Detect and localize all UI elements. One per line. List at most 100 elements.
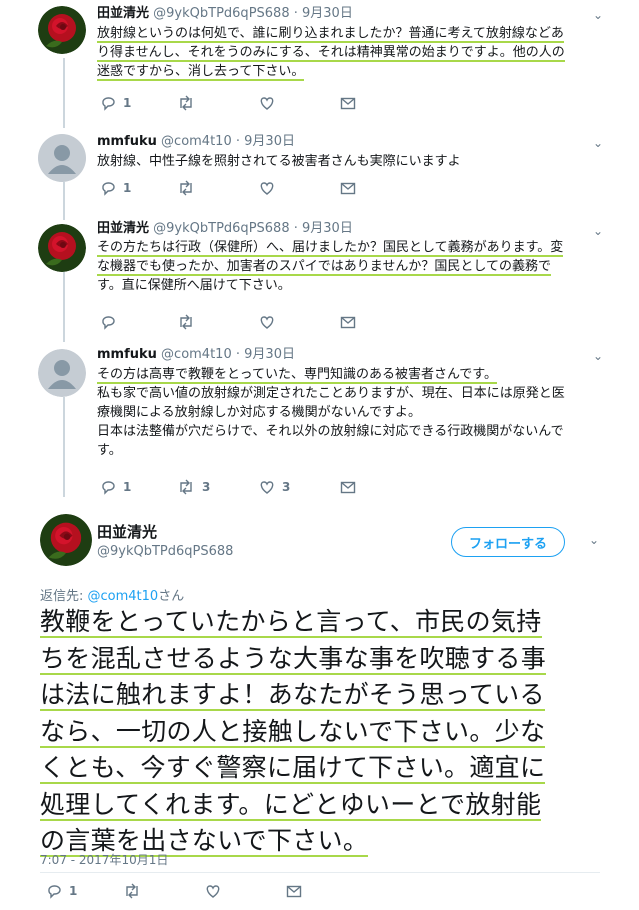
text-line: 放射線、中性子線を照射されてる被害者さんも実際にいますよ (97, 154, 461, 169)
text-line: 迷惑ですから、消し去って下さい。 (97, 64, 305, 81)
retweet-button[interactable] (177, 314, 195, 330)
envelope-icon (340, 316, 356, 329)
text-line: その方は高専で教鞭をとっていた、専門知識のある被害者さんです。 (97, 367, 498, 384)
reply-button[interactable]: 1 (100, 479, 131, 495)
retweet-icon (180, 479, 192, 495)
tweet-text: その方は高専で教鞭をとっていた、専門知識のある被害者さんです。 私も家で高い値の… (97, 365, 607, 460)
reply-to-handle[interactable]: @com4t10 (88, 589, 159, 604)
text-line: なら、一切の人と接触しないで下さい。少な (40, 716, 546, 748)
rose-avatar-icon (40, 514, 92, 566)
like-button[interactable]: 3 (259, 479, 290, 495)
text-line: す。直に保健所へ届けて下さい。 (97, 278, 291, 293)
tweet-text: その方たちは行政（保健所）へ、届けましたか？国民として義務があります。変 な機器… (97, 238, 607, 295)
tweet-text: 放射線というのは何処で、誰に刷り込まれましたか？普通に考えて放射線などあ り得ま… (97, 24, 607, 81)
retweet-button[interactable] (123, 883, 141, 899)
retweet-button[interactable]: 3 (177, 479, 210, 495)
author-name[interactable]: 田並清光 (97, 221, 149, 236)
author-handle[interactable]: @com4t10 (161, 134, 232, 149)
author-handle[interactable]: @com4t10 (161, 347, 232, 362)
tweet-date[interactable]: 9月30日 (244, 347, 295, 362)
tweet-actions: 1 (100, 95, 360, 111)
dot-separator: · (293, 6, 298, 21)
author-handle[interactable]: @9ykQbTPd6qPS688 (97, 544, 233, 559)
chevron-down-icon[interactable]: ⌄ (593, 8, 603, 22)
text-line: その方たちは行政（保健所）へ、届けましたか？国民として義務があります。変 (97, 240, 564, 257)
author-handle[interactable]: @9ykQbTPd6qPS688 (153, 221, 289, 236)
like-button[interactable] (259, 95, 275, 111)
reply-count: 1 (69, 884, 78, 898)
avatar[interactable] (38, 6, 86, 54)
tweet-timestamp[interactable]: 7:07 - 2017年10月1日 (40, 851, 168, 868)
text-line: 放射線というのは何処で、誰に刷り込まれましたか？普通に考えて放射線などあ (97, 26, 564, 43)
message-button[interactable] (340, 479, 356, 495)
rose-avatar-icon (38, 224, 86, 272)
reply-to-prefix: 返信先: (40, 589, 88, 604)
avatar[interactable] (38, 349, 86, 397)
text-line: くとも、今すぐ警察に届けて下さい。適宜に (40, 753, 546, 784)
chevron-down-icon[interactable]: ⌄ (593, 136, 603, 150)
follow-button[interactable]: フォローする (451, 527, 565, 557)
heart-icon (260, 97, 274, 110)
author-handle[interactable]: @9ykQbTPd6qPS688 (153, 6, 289, 21)
divider (40, 872, 600, 873)
main-tweet-text: 教鞭をとっていたからと言って、市民の気持 ちを混乱させるような大事な事を吹聴する… (40, 604, 600, 860)
reply-to-line: 返信先: @com4t10さん (40, 585, 184, 604)
like-button[interactable] (259, 180, 275, 196)
thread-tweet[interactable]: mmfuku @com4t10 · 9月30日 放射線、中性子線を照射されてる被… (0, 128, 639, 218)
text-line: 私も家で高い値の放射線が測定されたことありますが、現在、日本には原発と医 (97, 386, 565, 401)
thread-tweet[interactable]: mmfuku @com4t10 · 9月30日 その方は高専で教鞭をとっていた、… (0, 343, 639, 503)
author-name[interactable]: 田並清光 (97, 521, 157, 542)
reply-count: 1 (123, 181, 132, 195)
avatar[interactable] (40, 514, 92, 566)
reply-icon (102, 97, 115, 111)
reply-button[interactable]: 1 (100, 180, 131, 196)
message-button[interactable] (340, 95, 356, 111)
reply-button[interactable] (100, 314, 116, 330)
tweet-text: 放射線、中性子線を照射されてる被害者さんも実際にいますよ (97, 152, 607, 171)
author-name[interactable]: 田並清光 (97, 6, 149, 21)
text-line: 療機関による放射線しか対応する機関がないんですよ。 (97, 405, 421, 420)
reply-icon (48, 885, 61, 899)
text-line: ちを混乱させるような大事な事を吹聴する事 (40, 643, 547, 675)
tweet-date[interactable]: 9月30日 (302, 221, 353, 236)
tweet-date[interactable]: 9月30日 (302, 6, 353, 21)
reply-count: 1 (123, 480, 132, 494)
reply-icon (102, 182, 115, 196)
rose-avatar-icon (38, 6, 86, 54)
envelope-icon (340, 182, 356, 195)
heart-icon (260, 481, 274, 494)
tweet-actions: 1 (46, 883, 566, 899)
chevron-down-icon[interactable]: ⌄ (593, 349, 603, 363)
reply-button[interactable]: 1 (100, 95, 131, 111)
author-name[interactable]: mmfuku (97, 347, 157, 362)
retweet-icon (126, 883, 138, 899)
chevron-down-icon[interactable]: ⌄ (593, 224, 603, 238)
avatar[interactable] (38, 134, 86, 182)
reply-button[interactable]: 1 (46, 883, 77, 899)
retweet-count: 3 (202, 480, 211, 494)
chevron-down-icon[interactable]: ⌄ (589, 533, 599, 547)
tweet-actions: 1 3 3 (100, 479, 360, 495)
avatar[interactable] (38, 224, 86, 272)
tweet-actions (100, 314, 360, 330)
text-line: な機器でも使ったか、加害者のスパイではありませんか？国民としての義務で (97, 259, 551, 276)
retweet-icon (180, 95, 192, 111)
reply-icon (102, 481, 115, 495)
message-button[interactable] (340, 180, 356, 196)
tweet-date[interactable]: 9月30日 (244, 134, 295, 149)
retweet-button[interactable] (177, 95, 195, 111)
like-button[interactable] (259, 314, 275, 330)
dot-separator: · (235, 347, 241, 362)
heart-icon (260, 182, 274, 195)
like-button[interactable] (205, 883, 221, 899)
author-name[interactable]: mmfuku (97, 134, 157, 149)
thread-tweet[interactable]: 田並清光 @9ykQbTPd6qPS688 · 9月30日 その方たちは行政（保… (0, 218, 639, 343)
retweet-button[interactable] (177, 180, 195, 196)
message-button[interactable] (286, 883, 302, 899)
envelope-icon (340, 481, 356, 494)
text-line: す。 (97, 443, 122, 458)
message-button[interactable] (340, 314, 356, 330)
text-line: 処理してくれます。にどとゆいーとで放射能 (40, 789, 542, 821)
retweet-icon (180, 180, 192, 196)
thread-tweet[interactable]: 田並清光 @9ykQbTPd6qPS688 · 9月30日 放射線というのは何処… (0, 0, 639, 125)
